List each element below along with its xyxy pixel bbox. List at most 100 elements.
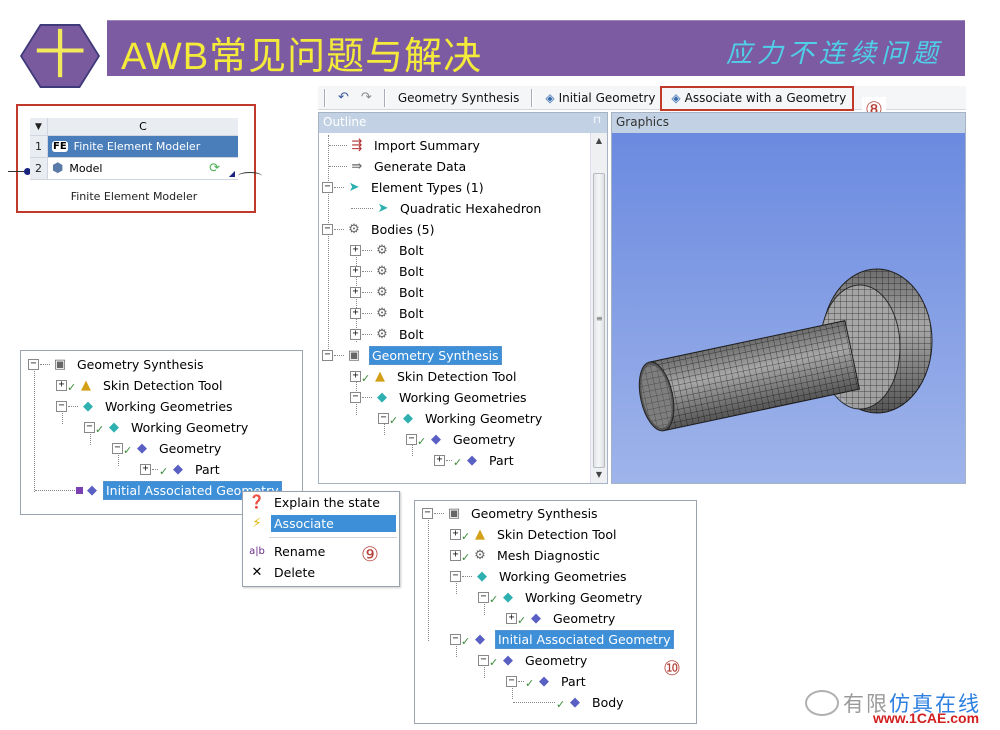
tree-item-geometry-synthesis[interactable]: − ▣ Geometry Synthesis [322, 345, 502, 366]
tree-item-mesh-diagnostic[interactable]: + ✓ ⚙ Mesh Diagnostic [450, 545, 602, 566]
tree-item-bolt[interactable]: + ⚙ Bolt [350, 324, 426, 345]
scroll-down-arrow-icon[interactable]: ▼ [591, 467, 607, 483]
menu-separator [269, 537, 397, 538]
tree-item-geometry-synthesis[interactable]: − ▣ Geometry Synthesis [28, 354, 206, 375]
tree-item-working-geometries[interactable]: − ◆ Working Geometries [56, 396, 235, 417]
row-label: Finite Element Modeler [73, 140, 201, 153]
bolt-mesh-model [638, 268, 933, 432]
expand-icon[interactable]: + [450, 529, 461, 540]
scroll-up-arrow-icon[interactable]: ▲ [591, 133, 607, 149]
collapse-icon[interactable]: − [478, 655, 489, 666]
expand-icon[interactable]: + [450, 550, 461, 561]
expand-icon[interactable]: + [140, 464, 151, 475]
pin-icon[interactable]: ⊓ [593, 115, 601, 126]
geometry-synthesis-button[interactable]: Geometry Synthesis [392, 91, 526, 105]
tree-item-working-geometry[interactable]: − ✓ ◆ Working Geometry [84, 417, 250, 438]
undo-icon[interactable]: ↶ [332, 90, 355, 105]
expand-icon[interactable]: + [434, 455, 445, 466]
collapse-icon[interactable]: − [422, 508, 433, 519]
expand-icon[interactable]: + [350, 308, 361, 319]
tree-item-geometry[interactable]: − ✓ ◆ Geometry [406, 429, 517, 450]
tree-item-bodies[interactable]: − ⚙ Bodies (5) [322, 219, 437, 240]
row-number: 2 [30, 158, 48, 179]
collapse-icon[interactable]: − [450, 571, 461, 582]
collapse-icon[interactable]: − [406, 434, 417, 445]
tree-item-skin-detection-tool[interactable]: + ✓ ▲ Skin Detection Tool [450, 524, 619, 545]
tree-item-geometry-synthesis[interactable]: − ▣ Geometry Synthesis [422, 503, 600, 524]
check-icon: ✓ [159, 465, 169, 478]
help-icon: ❓ [248, 495, 266, 510]
body-icon: ⚙ [376, 243, 388, 258]
collapse-icon[interactable]: − [28, 359, 39, 370]
tree-item-geometry[interactable]: − ✓ ◆ Geometry [112, 438, 223, 459]
tree-item-part[interactable]: − ✓ ◆ Part [506, 671, 588, 692]
expand-icon[interactable]: + [56, 380, 67, 391]
system-menu-arrow-icon[interactable]: ▼ [30, 118, 48, 135]
collapse-icon[interactable]: − [506, 676, 517, 687]
collapse-icon[interactable]: − [450, 634, 461, 645]
wechat-icon [805, 690, 839, 716]
system-row-fe-modeler[interactable]: 1 FE Finite Element Modeler [30, 136, 238, 158]
collapse-icon[interactable]: − [350, 392, 361, 403]
collapse-icon[interactable]: − [112, 443, 123, 454]
tree-item-import-summary[interactable]: ⇶ Import Summary [322, 135, 482, 156]
collapse-icon[interactable]: − [322, 182, 333, 193]
tree-label: Working Geometry [131, 420, 249, 435]
geometry-icon: ◆ [137, 441, 147, 456]
tree-item-generate-data[interactable]: ⇛ Generate Data [322, 156, 468, 177]
tree-item-body[interactable]: ✓ ◆ Body [512, 692, 626, 713]
system-caption[interactable]: Finite Element Modeler [30, 190, 238, 203]
tree-item-working-geometry[interactable]: − ✓ ◆ Working Geometry [478, 587, 644, 608]
redo-icon[interactable]: ↷ [355, 90, 378, 105]
initial-geometry-button[interactable]: ◈ Initial Geometry [539, 91, 661, 105]
graphics-viewport[interactable] [612, 133, 965, 483]
cube-icon: ◆ [503, 590, 513, 605]
tree-item-geometry[interactable]: + ✓ ◆ Geometry [506, 608, 617, 629]
collapse-icon[interactable]: − [84, 422, 95, 433]
tree-item-element-types[interactable]: − ➤ Element Types (1) [322, 177, 486, 198]
collapse-icon[interactable]: − [322, 224, 333, 235]
tree-item-bolt[interactable]: + ⚙ Bolt [350, 240, 426, 261]
tree-label: Working Geometries [499, 569, 627, 584]
expand-icon[interactable]: + [506, 613, 517, 624]
geometry-icon: ◆ [531, 611, 541, 626]
skin-detection-icon: ▲ [475, 527, 485, 542]
context-menu: ❓ Explain the state ⚡ Associate a|b Rena… [242, 491, 400, 587]
tree-item-skin-detection-tool[interactable]: + ✓ ▲ Skin Detection Tool [350, 366, 519, 387]
tree-label: Working Geometries [399, 390, 527, 405]
expand-icon[interactable]: + [350, 287, 361, 298]
menu-item-explain-the-state[interactable]: ❓ Explain the state [243, 492, 399, 513]
collapse-icon[interactable]: − [56, 401, 67, 412]
outline-scrollbar[interactable]: ▲ ≡ ▼ [590, 133, 607, 483]
tree-item-quadratic-hexahedron[interactable]: ➤ Quadratic Hexahedron [350, 198, 543, 219]
scrollbar-thumb[interactable]: ≡ [593, 173, 605, 468]
tree-item-working-geometry[interactable]: − ✓ ◆ Working Geometry [378, 408, 544, 429]
tree-item-bolt[interactable]: + ⚙ Bolt [350, 261, 426, 282]
collapse-icon[interactable]: − [378, 413, 389, 424]
expand-icon[interactable]: + [350, 266, 361, 277]
body-icon: ⚙ [376, 327, 388, 342]
collapse-icon[interactable]: − [478, 592, 489, 603]
graphics-panel: Graphics [611, 112, 966, 484]
tree-item-bolt[interactable]: + ⚙ Bolt [350, 303, 426, 324]
expand-icon[interactable]: + [350, 371, 361, 382]
tree-item-geometry[interactable]: − ✓ ◆ Geometry [478, 650, 589, 671]
tree-item-skin-detection-tool[interactable]: + ✓ ▲ Skin Detection Tool [56, 375, 225, 396]
tree-item-part[interactable]: + ✓ ◆ Part [434, 450, 516, 471]
cube-icon: ◆ [83, 399, 93, 414]
collapse-icon[interactable]: − [322, 350, 333, 361]
lightning-icon: ⚡ [252, 516, 262, 531]
tree-item-working-geometries[interactable]: − ◆ Working Geometries [450, 566, 629, 587]
expand-icon[interactable]: + [350, 245, 361, 256]
system-row-model[interactable]: 2 ⬢ Model ⟳ ◢ [30, 158, 238, 180]
step-10-callout: ⑩ [660, 656, 684, 680]
expand-icon[interactable]: + [350, 329, 361, 340]
connector-line-right [238, 172, 262, 180]
tree-item-initial-associated-geometry[interactable]: − ✓ ◆ Initial Associated Geometry [450, 629, 674, 650]
menu-item-associate[interactable]: ⚡ Associate [243, 513, 399, 534]
tree-item-part[interactable]: + ✓ ◆ Part [140, 459, 222, 480]
tree-label: Initial Associated Geometry [495, 630, 674, 649]
tree-item-working-geometries[interactable]: − ◆ Working Geometries [350, 387, 529, 408]
tree-item-bolt[interactable]: + ⚙ Bolt [350, 282, 426, 303]
state-flag-icon [76, 487, 83, 494]
